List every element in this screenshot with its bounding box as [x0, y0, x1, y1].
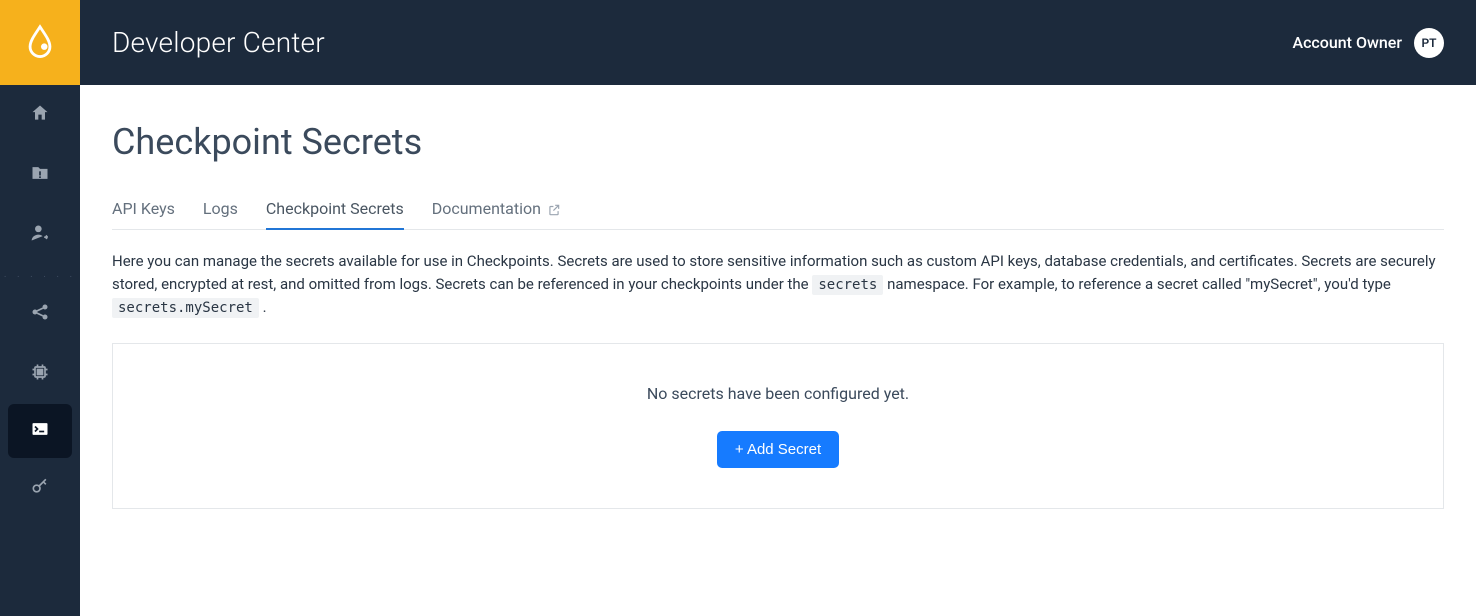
sidebar-item-home[interactable] — [0, 85, 80, 145]
description: Here you can manage the secrets availabl… — [112, 250, 1444, 319]
sidebar: . . . . . . — [0, 0, 80, 616]
main-column: Developer Center Account Owner PT Checkp… — [80, 0, 1476, 616]
secrets-panel: No secrets have been configured yet. + A… — [112, 343, 1444, 509]
folder-alert-icon — [30, 163, 50, 187]
sidebar-item-share[interactable] — [0, 284, 80, 344]
sidebar-item-developer[interactable] — [8, 404, 72, 458]
tab-logs[interactable]: Logs — [203, 199, 238, 230]
sidebar-item-user[interactable] — [0, 205, 80, 265]
sidebar-item-module[interactable] — [0, 344, 80, 404]
sidebar-item-keys[interactable] — [0, 458, 80, 518]
description-text-3: . — [263, 298, 267, 316]
sidebar-divider: . . . . . . — [0, 265, 80, 284]
description-text-2: namespace. For example, to reference a s… — [887, 275, 1391, 293]
tab-label: Documentation — [432, 199, 541, 218]
topbar-right: Account Owner PT — [1292, 28, 1444, 58]
tabs: API Keys Logs Checkpoint Secrets Documen… — [112, 199, 1444, 230]
home-icon — [30, 103, 50, 127]
tab-label: Logs — [203, 199, 238, 218]
tab-api-keys[interactable]: API Keys — [112, 199, 175, 230]
topbar: Developer Center Account Owner PT — [80, 0, 1476, 85]
share-icon — [30, 302, 50, 326]
description-code-1: secrets — [812, 275, 883, 295]
add-secret-button[interactable]: + Add Secret — [717, 431, 839, 468]
description-code-2: secrets.mySecret — [112, 298, 259, 318]
tab-label: API Keys — [112, 199, 175, 218]
external-link-icon — [547, 202, 561, 216]
chip-icon — [30, 362, 50, 386]
account-label: Account Owner — [1292, 33, 1402, 52]
sidebar-item-folder[interactable] — [0, 145, 80, 205]
avatar[interactable]: PT — [1414, 28, 1444, 58]
drop-icon — [23, 24, 57, 62]
tab-documentation[interactable]: Documentation — [432, 199, 561, 230]
user-arrow-icon — [30, 223, 50, 247]
empty-state-message: No secrets have been configured yet. — [647, 384, 909, 403]
brand-logo[interactable] — [0, 0, 80, 85]
content: Checkpoint Secrets API Keys Logs Checkpo… — [80, 85, 1476, 616]
terminal-icon — [30, 419, 50, 443]
key-icon — [30, 476, 50, 500]
tab-label: Checkpoint Secrets — [266, 199, 404, 218]
page-title: Checkpoint Secrets — [112, 121, 1444, 163]
tab-checkpoint-secrets[interactable]: Checkpoint Secrets — [266, 199, 404, 230]
app-title: Developer Center — [112, 26, 325, 59]
